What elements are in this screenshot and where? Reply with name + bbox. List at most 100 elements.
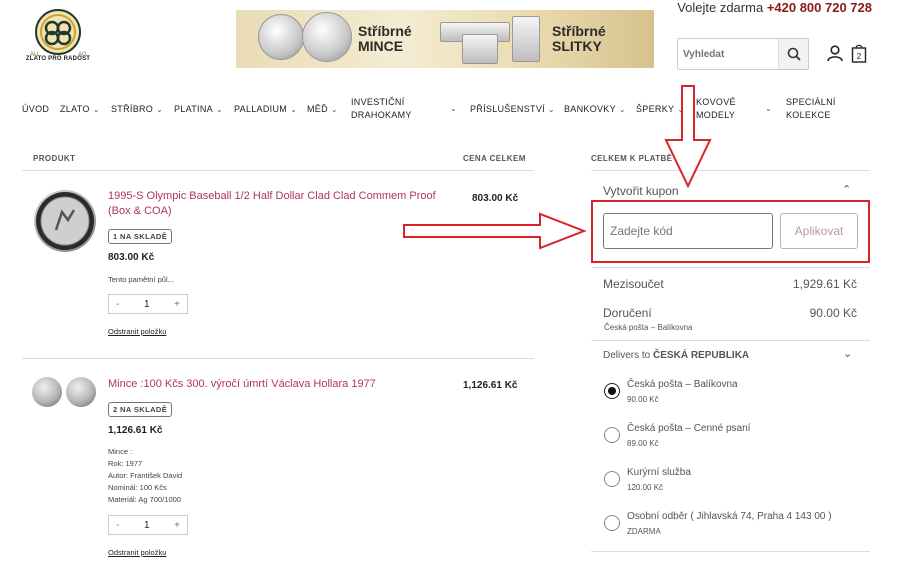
chevron-down-icon[interactable]: ⌄ — [765, 104, 772, 113]
shipping-radio-kuryr[interactable] — [604, 471, 620, 487]
shipping-option-price: 89.00 Kč — [627, 439, 659, 448]
nav-label: MODELY — [696, 110, 736, 120]
product-image[interactable] — [66, 377, 96, 407]
remove-item-link[interactable]: Odstranit položku — [108, 548, 166, 557]
banner-bar-image — [512, 16, 540, 62]
shipping-radio-balikovna[interactable] — [604, 383, 620, 399]
qty-value[interactable]: 1 — [144, 520, 150, 531]
product-image[interactable] — [34, 190, 96, 252]
shipping-option-price: ZDARMA — [627, 527, 661, 536]
shipping-value: 90.00 Kč — [809, 306, 857, 320]
search-icon — [787, 47, 801, 61]
delivers-to-prefix: Delivers to — [603, 350, 651, 361]
nav-item-prislusenstvi[interactable]: PŘÍSLUŠENSTVÍ ⌄ — [470, 104, 555, 114]
chevron-down-icon: ⌄ — [547, 104, 555, 114]
chevron-down-icon[interactable]: ⌄ — [450, 104, 457, 113]
qty-plus-button[interactable]: + — [174, 299, 180, 310]
shipping-label: Doručení — [603, 306, 652, 320]
shipping-option-price: 120.00 Kč — [627, 483, 664, 492]
stock-badge: 1 NA SKLADĚ — [108, 229, 173, 244]
shipping-radio-cenne-psani[interactable] — [604, 427, 620, 443]
nav-item-uvod[interactable]: ÚVOD — [22, 104, 49, 114]
nav-item-kovove-modely[interactable]: KOVOVÉ MODELY — [696, 96, 736, 122]
site-logo[interactable]: AU AG ZLATO PRO RADOST — [22, 8, 94, 68]
cart-icon[interactable]: 2 — [851, 44, 867, 63]
unit-price: 1,126.61 Kč — [108, 425, 163, 436]
banner-bars-text: Stříbrné SLITKY — [552, 23, 606, 54]
col-product-header: PRODUKT — [33, 154, 76, 163]
nav-item-bankovky[interactable]: BANKOVKY ⌄ — [564, 104, 626, 114]
shipping-option-name[interactable]: Česká pošta – Balíkovna — [627, 379, 738, 390]
stock-badge: 2 NA SKLADĚ — [108, 402, 173, 417]
phone-prefix: Volejte zdarma — [677, 0, 764, 15]
product-title[interactable]: Mince :100 Kčs 300. výročí úmrtí Václava… — [108, 377, 448, 392]
user-icon[interactable] — [826, 44, 844, 62]
coupon-code-input[interactable] — [603, 213, 773, 249]
desc-line: Autor: František David — [108, 471, 183, 480]
nav-label: INVESTIČNÍ — [351, 97, 405, 107]
nav-label: KOVOVÉ — [696, 97, 736, 107]
arrow-right-icon — [403, 212, 587, 250]
delivers-to-country: ČESKÁ REPUBLIKA — [653, 350, 750, 361]
nav-label: MĚĎ — [307, 104, 328, 114]
line-total: 803.00 Kč — [472, 193, 519, 204]
subtotal-label: Mezisoučet — [603, 277, 664, 291]
search-button[interactable] — [778, 39, 808, 69]
shipping-method: Česká pošta – Balíkovna — [604, 323, 693, 332]
qty-minus-button[interactable]: - — [116, 520, 119, 531]
nav-label: PLATINA — [174, 104, 213, 114]
shipping-option-name[interactable]: Kurýrní služba — [627, 467, 691, 478]
search-box — [677, 38, 809, 70]
remove-item-link[interactable]: Odstranit položku — [108, 327, 166, 336]
product-image[interactable] — [32, 377, 62, 407]
divider — [591, 170, 870, 171]
logo-text: ZLATO PRO RADOST — [25, 56, 91, 62]
nav-item-med[interactable]: MĚĎ ⌄ — [307, 104, 338, 114]
shipping-option-name[interactable]: Osobní odběr ( Jihlavská 74, Praha 4 143… — [627, 511, 832, 522]
qty-value[interactable]: 1 — [144, 299, 150, 310]
nav-label: ZLATO — [60, 104, 90, 114]
nav-label: PALLADIUM — [234, 104, 288, 114]
nav-item-sperky[interactable]: ŠPERKY ⌄ — [636, 104, 684, 114]
divider — [22, 358, 534, 359]
chevron-down-icon: ⌄ — [290, 104, 298, 114]
search-input[interactable] — [678, 39, 778, 69]
chevron-down-icon[interactable]: ⌄ — [843, 347, 852, 360]
shipping-option-price: 90.00 Kč — [627, 395, 659, 404]
quantity-stepper: - 1 + — [108, 515, 188, 535]
apply-coupon-button[interactable]: Aplikovat — [780, 213, 858, 249]
nav-label: KOLEKCE — [786, 110, 831, 120]
qty-plus-button[interactable]: + — [174, 520, 180, 531]
chevron-down-icon: ⌄ — [92, 104, 100, 114]
nav-item-stribro[interactable]: STŘÍBRO ⌄ — [111, 104, 163, 114]
nav-item-palladium[interactable]: PALLADIUM ⌄ — [234, 104, 297, 114]
desc-line: Mince : — [108, 447, 133, 456]
chevron-up-icon[interactable]: ⌃ — [842, 183, 851, 196]
nav-item-investicni-drahokamy[interactable]: INVESTIČNÍ DRAHOKAMY — [351, 96, 412, 122]
delivers-to[interactable]: Delivers to ČESKÁ REPUBLIKA — [603, 350, 749, 361]
phone-number[interactable]: +420 800 720 728 — [767, 0, 872, 15]
qty-minus-button[interactable]: - — [116, 299, 119, 310]
logo-emblem: AU AG — [30, 9, 87, 58]
chevron-down-icon: ⌄ — [156, 104, 164, 114]
nav-label: PŘÍSLUŠENSTVÍ — [470, 104, 545, 114]
bag-icon: 2 — [851, 44, 867, 63]
coin-icon — [36, 192, 94, 250]
desc-line: Nominál: 100 Kčs — [108, 483, 167, 492]
main-nav: ÚVOD ZLATO ⌄ STŘÍBRO ⌄ PLATINA ⌄ PALLADIUM ⌄… — [22, 96, 882, 126]
shipping-radio-osobni-odber[interactable] — [604, 515, 620, 531]
chevron-down-icon: ⌄ — [330, 104, 338, 114]
phone-line: Volejte zdarma +420 800 720 728 — [677, 0, 872, 15]
product-title[interactable]: 1995-S Olympic Baseball 1/2 Half Dollar … — [108, 189, 458, 219]
shipping-option-name[interactable]: Česká pošta – Cenné psaní — [627, 423, 750, 434]
banner-bar-image — [462, 34, 498, 64]
product-description: Tento pamětní půl... — [108, 275, 174, 284]
quantity-stepper: - 1 + — [108, 294, 188, 314]
promo-banner[interactable]: Stříbrné MINCE Stříbrné SLITKY — [236, 10, 654, 68]
coupon-toggle[interactable]: Vytvořit kupon — [603, 184, 679, 198]
nav-item-platina[interactable]: PLATINA ⌄ — [174, 104, 223, 114]
nav-item-zlato[interactable]: ZLATO ⌄ — [60, 104, 100, 114]
nav-item-specialni-kolekce[interactable]: SPECIÁLNÍ KOLEKCE — [786, 96, 836, 122]
nav-label: SPECIÁLNÍ — [786, 97, 836, 107]
svg-text:2: 2 — [857, 52, 862, 61]
